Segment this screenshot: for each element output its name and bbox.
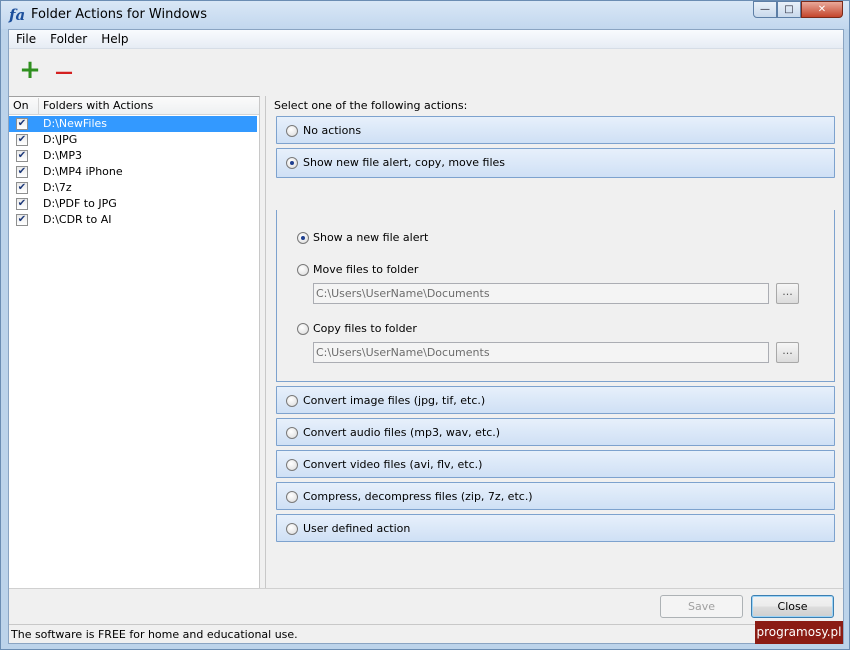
folder-enabled-checkbox[interactable]: ✔ (16, 166, 28, 178)
radio-convert-image[interactable] (286, 395, 298, 407)
folder-path: D:\7z (43, 181, 72, 194)
radio-alert-copy-move[interactable] (286, 157, 298, 169)
column-divider[interactable] (38, 98, 39, 114)
action-label: No actions (303, 124, 362, 137)
folder-enabled-checkbox[interactable]: ✔ (16, 118, 28, 130)
add-folder-button[interactable]: + (19, 57, 41, 83)
menu-file[interactable]: File (9, 30, 43, 48)
folder-enabled-checkbox[interactable]: ✔ (16, 182, 28, 194)
action-user-defined[interactable]: User defined action (276, 514, 835, 542)
action-label: Convert audio files (mp3, wav, etc.) (303, 426, 501, 439)
minimize-button[interactable]: — (753, 1, 777, 18)
status-text: The software is FREE for home and educat… (11, 628, 298, 641)
window-title: Folder Actions for Windows (31, 7, 207, 22)
folder-row[interactable]: ✔ D:\JPG (9, 132, 257, 148)
maximize-icon: □ (784, 4, 794, 15)
action-label: Compress, decompress files (zip, 7z, etc… (303, 490, 533, 503)
folder-enabled-checkbox[interactable]: ✔ (16, 134, 28, 146)
column-header-on[interactable]: On (13, 99, 29, 112)
menu-folder[interactable]: Folder (43, 30, 94, 48)
action-compress[interactable]: Compress, decompress files (zip, 7z, etc… (276, 482, 835, 510)
close-button[interactable]: Close (751, 595, 834, 618)
watermark-logo: programosy.pl (755, 621, 843, 644)
minimize-icon: — (760, 4, 770, 15)
folder-row[interactable]: ✔ D:\7z (9, 180, 257, 196)
option-label: Copy files to folder (313, 322, 417, 335)
browse-move-button[interactable]: ... (776, 283, 799, 304)
radio-compress[interactable] (286, 491, 298, 503)
radio-convert-video[interactable] (286, 459, 298, 471)
close-window-button[interactable]: ✕ (801, 1, 843, 18)
move-path-field[interactable] (313, 283, 769, 304)
app-window: fa Folder Actions for Windows — □ ✕ File… (0, 0, 850, 650)
copy-path-field[interactable] (313, 342, 769, 363)
actions-instruction: Select one of the following actions: (274, 99, 468, 112)
alert-copy-move-options: Show a new file alert Move files to fold… (276, 210, 835, 382)
folder-path: D:\NewFiles (43, 117, 108, 130)
folder-list: On Folders with Actions ✔ D:\NewFiles ✔ D:\… (9, 96, 260, 588)
column-header-folders[interactable]: Folders with Actions (43, 99, 153, 112)
folder-enabled-checkbox[interactable]: ✔ (16, 198, 28, 210)
radio-show-alert[interactable] (297, 232, 309, 244)
option-label: Move files to folder (313, 263, 419, 276)
action-label: Show new file alert, copy, move files (303, 156, 506, 169)
radio-convert-audio[interactable] (286, 427, 298, 439)
action-convert-image[interactable]: Convert image files (jpg, tif, etc.) (276, 386, 835, 414)
client-area: File Folder Help + — On Folders with Act… (8, 29, 844, 644)
list-header: On Folders with Actions (9, 97, 259, 115)
action-no-actions[interactable]: No actions (276, 116, 835, 144)
button-bar: Save Close (9, 588, 843, 624)
toolbar: + — (9, 49, 843, 96)
window-controls: — □ ✕ (753, 1, 843, 18)
action-label: Convert image files (jpg, tif, etc.) (303, 394, 486, 407)
status-bar: The software is FREE for home and educat… (9, 624, 843, 643)
folder-row[interactable]: ✔ D:\PDF to JPG (9, 196, 257, 212)
menu-help[interactable]: Help (94, 30, 135, 48)
option-label: Show a new file alert (313, 231, 429, 244)
folder-path: D:\MP3 (43, 149, 83, 162)
actions-pane: Select one of the following actions: No … (266, 96, 843, 588)
folder-row[interactable]: ✔ D:\NewFiles (9, 116, 257, 132)
maximize-button[interactable]: □ (777, 1, 801, 18)
remove-folder-button[interactable]: — (53, 61, 75, 83)
save-button[interactable]: Save (660, 595, 743, 618)
folder-path: D:\JPG (43, 133, 78, 146)
action-convert-audio[interactable]: Convert audio files (mp3, wav, etc.) (276, 418, 835, 446)
folder-path: D:\PDF to JPG (43, 197, 117, 210)
title-bar[interactable]: fa Folder Actions for Windows — □ ✕ (1, 1, 849, 29)
menu-bar: File Folder Help (9, 30, 843, 49)
folder-row[interactable]: ✔ D:\MP3 (9, 148, 257, 164)
close-icon: ✕ (817, 4, 827, 15)
app-logo-icon: fa (9, 6, 26, 24)
radio-move-files[interactable] (297, 264, 309, 276)
folder-row[interactable]: ✔ D:\CDR to AI (9, 212, 257, 228)
action-label: Convert video files (avi, flv, etc.) (303, 458, 483, 471)
radio-copy-files[interactable] (297, 323, 309, 335)
radio-no-actions[interactable] (286, 125, 298, 137)
folder-row[interactable]: ✔ D:\MP4 iPhone (9, 164, 257, 180)
radio-user-defined[interactable] (286, 523, 298, 535)
folder-path: D:\CDR to AI (43, 213, 112, 226)
action-convert-video[interactable]: Convert video files (avi, flv, etc.) (276, 450, 835, 478)
folder-path: D:\MP4 iPhone (43, 165, 123, 178)
plus-icon: + (19, 55, 41, 85)
action-label: User defined action (303, 522, 411, 535)
action-alert-copy-move[interactable]: Show new file alert, copy, move files (276, 148, 835, 178)
minus-icon: — (55, 62, 73, 83)
browse-copy-button[interactable]: ... (776, 342, 799, 363)
folder-enabled-checkbox[interactable]: ✔ (16, 150, 28, 162)
folder-enabled-checkbox[interactable]: ✔ (16, 214, 28, 226)
